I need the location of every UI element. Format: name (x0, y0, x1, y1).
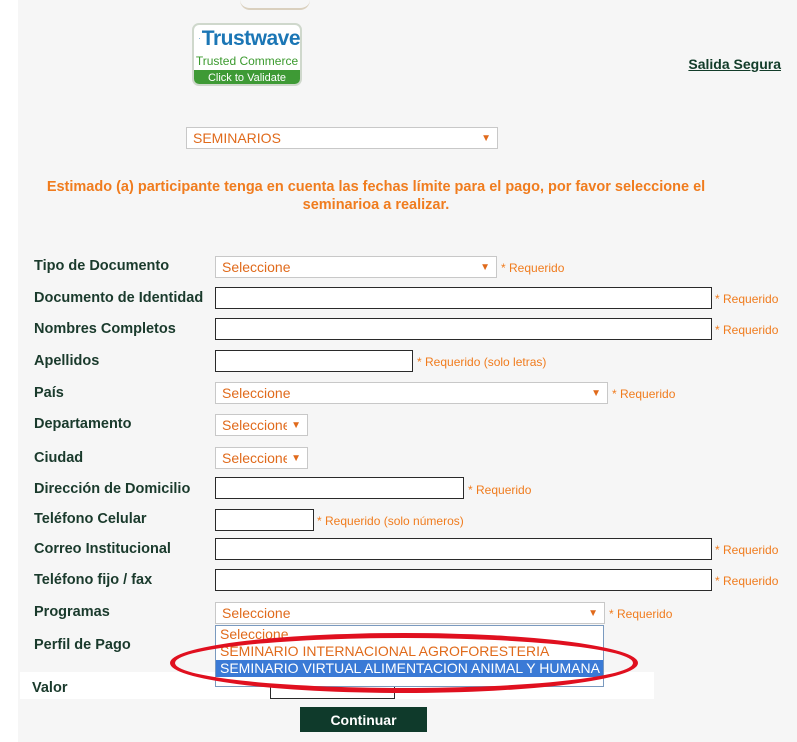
label-celular: Teléfono Celular (34, 511, 147, 527)
departamento-select[interactable]: Seleccione ▼ (215, 414, 308, 436)
direccion-input[interactable] (215, 477, 464, 499)
chevron-down-icon: ▼ (480, 261, 490, 273)
req-tipo-documento: * Requerido (501, 261, 565, 275)
chevron-down-icon: ▼ (588, 607, 598, 619)
req-telefono-fijo: * Requerido (715, 574, 779, 588)
label-nombres: Nombres Completos (34, 321, 176, 337)
chevron-down-icon: ▼ (591, 387, 601, 399)
programas-select[interactable]: Seleccione ▼ (215, 602, 605, 624)
label-correo: Correo Institucional (34, 541, 171, 557)
pais-select[interactable]: Seleccione ▼ (215, 382, 608, 404)
trustwave-logo-icon (199, 38, 200, 39)
notice-text: Estimado (a) participante tenga en cuent… (46, 179, 706, 213)
apellidos-input[interactable] (215, 350, 413, 372)
label-tipo-documento: Tipo de Documento (34, 258, 170, 274)
req-apellidos: * Requerido (solo letras) (417, 355, 547, 369)
top-seal-graphic (240, 0, 310, 10)
label-documento: Documento de Identidad (34, 290, 204, 306)
ciudad-value: Seleccione (222, 450, 288, 466)
departamento-value: Seleccione (222, 417, 288, 433)
req-nombres: * Requerido (715, 323, 779, 337)
telefono-fijo-input[interactable] (215, 569, 712, 591)
chevron-down-icon: ▼ (291, 419, 301, 431)
trustwave-header: Trustwave (194, 25, 300, 52)
req-documento: * Requerido (715, 292, 779, 306)
trustwave-validate[interactable]: Click to Validate (194, 70, 300, 84)
celular-input[interactable] (215, 509, 314, 531)
tipo-documento-select[interactable]: Seleccione ▼ (215, 256, 497, 278)
label-telefono-fijo: Teléfono fijo / fax (34, 572, 153, 588)
req-programas: * Requerido (609, 607, 673, 621)
documento-input[interactable] (215, 287, 712, 309)
label-direccion: Dirección de Domicilio (34, 481, 191, 497)
label-perfil-pago: Perfil de Pago (34, 637, 131, 653)
req-correo: * Requerido (715, 543, 779, 557)
logout-link[interactable]: Salida Segura (688, 56, 781, 72)
highlight-annotation (170, 633, 638, 693)
ciudad-select[interactable]: Seleccione ▼ (215, 447, 308, 469)
programas-value: Seleccione (222, 605, 291, 621)
trustwave-badge[interactable]: Trustwave Trusted Commerce Click to Vali… (192, 23, 302, 86)
pais-value: Seleccione (222, 385, 291, 401)
req-celular: * Requerido (solo números) (317, 514, 464, 528)
label-valor: Valor (32, 680, 68, 696)
trustwave-brand: Trustwave (201, 26, 300, 50)
correo-input[interactable] (215, 538, 712, 560)
req-direccion: * Requerido (468, 483, 532, 497)
seminar-select[interactable]: SEMINARIOS ▼ (186, 127, 498, 149)
label-departamento: Departamento (34, 416, 132, 432)
tipo-documento-value: Seleccione (222, 259, 291, 275)
label-programas: Programas (34, 604, 110, 620)
chevron-down-icon: ▼ (481, 132, 491, 144)
chevron-down-icon: ▼ (291, 452, 301, 464)
label-apellidos: Apellidos (34, 353, 100, 369)
nombres-input[interactable] (215, 318, 712, 340)
label-pais: País (34, 385, 64, 401)
seminar-select-value: SEMINARIOS (193, 130, 281, 146)
label-ciudad: Ciudad (34, 450, 84, 466)
continue-button[interactable]: Continuar (300, 707, 427, 732)
req-pais: * Requerido (612, 387, 676, 401)
trustwave-subtitle: Trusted Commerce (195, 54, 299, 68)
